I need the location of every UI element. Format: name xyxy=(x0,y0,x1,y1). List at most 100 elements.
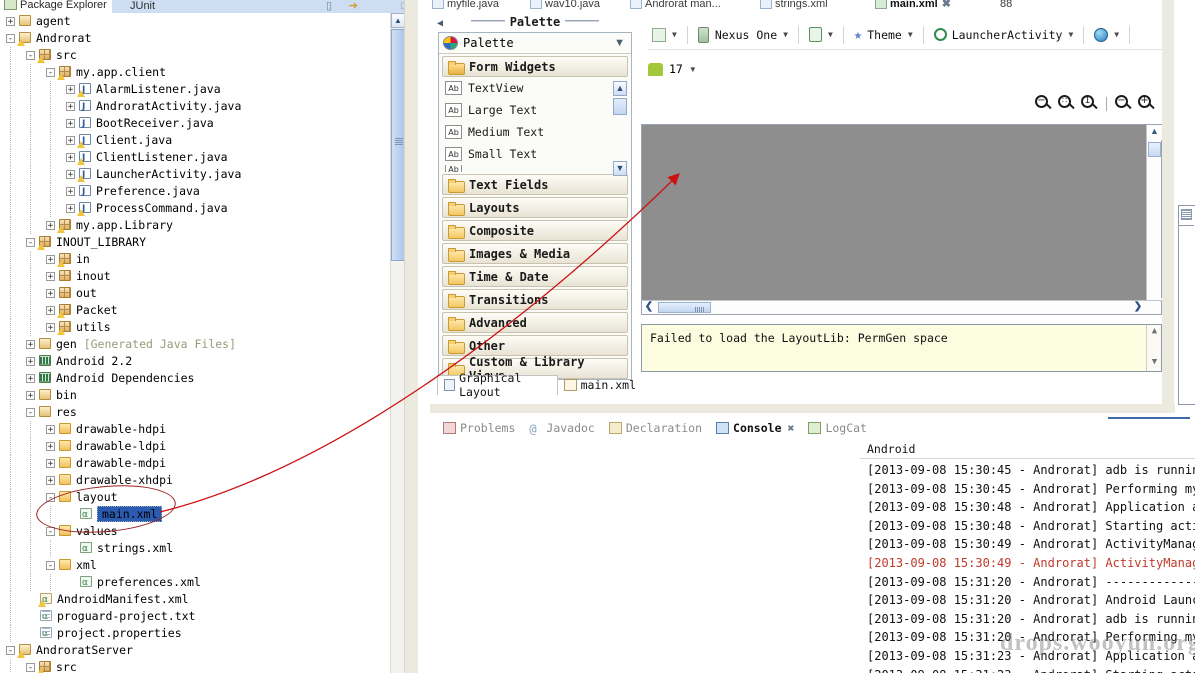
expand-icon[interactable]: + xyxy=(66,170,75,179)
expand-icon[interactable]: + xyxy=(26,340,35,349)
expand-icon[interactable]: + xyxy=(46,255,55,264)
activity-selector[interactable]: LauncherActivity ▼ xyxy=(930,23,1078,47)
expand-icon[interactable]: + xyxy=(66,187,75,196)
orientation-selector[interactable]: ▼ xyxy=(805,23,837,47)
tree-item[interactable]: +drawable-xhdpi xyxy=(0,472,404,489)
collapse-icon[interactable]: - xyxy=(26,663,35,672)
tree-item[interactable]: αstrings.xml xyxy=(0,540,404,557)
tree-item[interactable]: -layout xyxy=(0,489,404,506)
tab-main-xml[interactable]: main.xml xyxy=(558,375,642,395)
close-icon[interactable]: ✖ xyxy=(942,0,951,10)
editor-tab-myfile[interactable]: myfile.java xyxy=(432,0,499,12)
tree-item[interactable]: αpreferences.xml xyxy=(0,574,404,591)
editor-tab-main-xml[interactable]: main.xml✖ xyxy=(875,0,951,12)
locale-selector[interactable]: ▼ xyxy=(1090,23,1123,47)
tree-item[interactable]: +agent xyxy=(0,13,404,30)
expand-icon[interactable]: + xyxy=(46,425,55,434)
expand-icon[interactable]: + xyxy=(66,102,75,111)
expand-icon[interactable]: + xyxy=(6,17,15,26)
scroll-up-button[interactable]: ▲ xyxy=(1147,125,1162,140)
expand-icon[interactable]: + xyxy=(66,153,75,162)
tree-item[interactable]: -values xyxy=(0,523,404,540)
tree-item[interactable]: +JClientListener.java xyxy=(0,149,404,166)
config-button[interactable]: ▼ xyxy=(648,23,681,47)
next-icon[interactable]: ➔ xyxy=(349,0,358,13)
palette-group-other[interactable]: Other xyxy=(442,335,628,356)
expand-icon[interactable]: + xyxy=(66,119,75,128)
expand-icon[interactable]: + xyxy=(46,221,55,230)
expand-icon[interactable]: + xyxy=(46,459,55,468)
canvas-horizontal-scrollbar[interactable]: ❮ ❯ xyxy=(641,300,1162,315)
project-tree[interactable]: +agent-Androrat-src-my.app.client+JAlarm… xyxy=(0,13,404,673)
tab-junit[interactable]: JUnit ▯ ➔ □ xyxy=(112,0,418,13)
chevron-down-icon[interactable]: ▼ xyxy=(689,65,697,74)
device-selector[interactable]: Nexus One ▼ xyxy=(694,23,792,47)
collapse-icon[interactable]: - xyxy=(46,561,55,570)
tree-item[interactable]: +JClient.java xyxy=(0,132,404,149)
scroll-up-button[interactable]: ▲ xyxy=(613,81,627,96)
tab-declaration[interactable]: Declaration xyxy=(602,418,709,438)
tree-item[interactable]: +Packet xyxy=(0,302,404,319)
expand-icon[interactable]: + xyxy=(66,136,75,145)
tree-item[interactable]: +my.app.Library xyxy=(0,217,404,234)
palette-item-medium-text[interactable]: AbMedium Text xyxy=(439,121,631,143)
canvas-vertical-scrollbar[interactable]: ▲ ▼ xyxy=(1146,125,1161,313)
tree-item[interactable]: +inout xyxy=(0,268,404,285)
tab-package-explorer[interactable]: Package Explorer ✖ xyxy=(4,0,124,13)
palette-item-small-text[interactable]: AbSmall Text xyxy=(439,143,631,165)
scroll-right-button[interactable]: ❯ xyxy=(1131,301,1145,314)
tree-item[interactable]: -Androrat xyxy=(0,30,404,47)
palette-group-text-fields[interactable]: Text Fields xyxy=(442,174,628,195)
collapse-icon[interactable]: - xyxy=(6,34,15,43)
tree-item[interactable]: +JBootReceiver.java xyxy=(0,115,404,132)
tree-item[interactable]: +JPreference.java xyxy=(0,183,404,200)
chevron-down-icon[interactable]: ▼ xyxy=(614,37,625,49)
editor-tab-strings[interactable]: strings.xml xyxy=(760,0,828,12)
editor-tab-88[interactable]: 88 xyxy=(1000,0,1012,12)
tree-item[interactable]: +out xyxy=(0,285,404,302)
tree-item[interactable]: αAndroidManifest.xml xyxy=(0,591,404,608)
palette-group-images-media[interactable]: Images & Media xyxy=(442,243,628,264)
tree-item[interactable]: +in xyxy=(0,251,404,268)
error-panel-scrollbar[interactable]: ▲ ▼ xyxy=(1146,325,1161,371)
scroll-thumb[interactable] xyxy=(613,98,627,115)
tree-item[interactable]: +Android Dependencies xyxy=(0,370,404,387)
chevron-down-icon[interactable]: ▼ xyxy=(1068,30,1073,39)
palette-items-scrollbar[interactable]: ▲ ▼ xyxy=(613,81,627,176)
tree-item[interactable]: +utils xyxy=(0,319,404,336)
layout-canvas[interactable]: ▲ ▼ xyxy=(641,124,1162,314)
theme-selector[interactable]: ★ Theme ▼ xyxy=(850,23,917,47)
tree-item[interactable]: αproject.properties xyxy=(0,625,404,642)
tab-graphical-layout[interactable]: Graphical Layout xyxy=(437,375,558,395)
tree-item[interactable]: -res xyxy=(0,404,404,421)
tree-item[interactable]: +gen [Generated Java Files] xyxy=(0,336,404,353)
expand-icon[interactable]: + xyxy=(46,323,55,332)
explorer-vertical-scrollbar[interactable]: ▲ xyxy=(390,13,404,673)
tree-item[interactable]: +drawable-hdpi xyxy=(0,421,404,438)
scroll-up-button[interactable]: ▲ xyxy=(391,13,405,28)
scroll-thumb[interactable] xyxy=(658,302,711,313)
expand-icon[interactable]: + xyxy=(66,204,75,213)
palette-group-time-date[interactable]: Time & Date xyxy=(442,266,628,287)
chevron-down-icon[interactable]: ▼ xyxy=(1114,30,1119,39)
zoom-in-icon[interactable]: + xyxy=(1138,95,1155,112)
zoom-actual-icon[interactable]: 1 xyxy=(1081,95,1098,112)
palette-item-partial[interactable]: Ab xyxy=(439,165,631,172)
minimize-icon[interactable]: ▯ xyxy=(326,0,332,13)
tree-item[interactable]: -AndroratServer xyxy=(0,642,404,659)
expand-icon[interactable]: + xyxy=(46,272,55,281)
scroll-left-button[interactable]: ❮ xyxy=(642,301,656,314)
palette-item-textview[interactable]: AbTextView xyxy=(439,77,631,99)
expand-icon[interactable]: + xyxy=(46,442,55,451)
outline-view-collapsed[interactable] xyxy=(1178,205,1195,405)
tree-item[interactable]: +JLauncherActivity.java xyxy=(0,166,404,183)
chevron-down-icon[interactable]: ▼ xyxy=(672,30,677,39)
expand-icon[interactable]: + xyxy=(46,476,55,485)
console-output[interactable]: [2013-09-08 15:30:45 - Androrat] adb is … xyxy=(867,461,1195,673)
close-icon[interactable]: ✖ xyxy=(788,421,795,435)
tab-problems[interactable]: Problems xyxy=(436,418,522,438)
tree-item[interactable]: -INOUT_LIBRARY xyxy=(0,234,404,251)
zoom-fit-icon[interactable]: − xyxy=(1035,95,1052,112)
chevron-down-icon[interactable]: ▼ xyxy=(908,30,913,39)
collapse-icon[interactable]: - xyxy=(6,646,15,655)
